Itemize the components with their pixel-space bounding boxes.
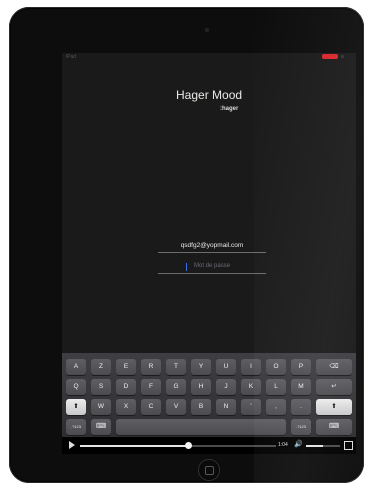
- delete-key[interactable]: ⌫: [316, 359, 352, 375]
- progress-fill: [80, 445, 188, 447]
- key-x[interactable]: X: [116, 399, 136, 415]
- key-m[interactable]: M: [291, 379, 311, 395]
- dismiss-keyboard-key[interactable]: ⌨: [316, 419, 352, 435]
- key-p[interactable]: P: [291, 359, 311, 375]
- speaker-icon[interactable]: 🔊: [294, 440, 303, 448]
- key-s[interactable]: S: [91, 379, 111, 395]
- key-comma[interactable]: ,: [266, 399, 286, 415]
- key-a[interactable]: A: [66, 359, 86, 375]
- key-k[interactable]: K: [241, 379, 261, 395]
- email-field-underline: [158, 252, 266, 253]
- key-c[interactable]: C: [141, 399, 161, 415]
- progress-thumb[interactable]: [184, 442, 192, 449]
- key-apostrophe[interactable]: ': [241, 399, 261, 415]
- password-field-underline: [158, 273, 266, 274]
- time-label: 1:04: [278, 442, 288, 448]
- space-key[interactable]: [116, 419, 286, 435]
- key-y[interactable]: Y: [191, 359, 211, 375]
- key-v[interactable]: V: [166, 399, 186, 415]
- home-button[interactable]: [199, 460, 219, 480]
- email-field[interactable]: qsdfg2@yopmail.com: [158, 240, 266, 251]
- key-l[interactable]: L: [266, 379, 286, 395]
- return-key[interactable]: ↵: [316, 379, 352, 395]
- key-d[interactable]: D: [116, 379, 136, 395]
- brand-logo: :hager: [220, 106, 239, 112]
- numbers-key-right[interactable]: .?123: [291, 419, 311, 435]
- shift-key-right[interactable]: ⬆: [316, 399, 352, 415]
- home-square-icon: [205, 466, 214, 475]
- volume-fill: [306, 445, 323, 447]
- battery-icon: [322, 54, 338, 59]
- play-icon[interactable]: [69, 441, 75, 449]
- carrier-label: iPad: [66, 54, 77, 60]
- key-t[interactable]: T: [166, 359, 186, 375]
- key-r[interactable]: R: [141, 359, 161, 375]
- numbers-key-left[interactable]: .?123: [66, 419, 86, 435]
- key-g[interactable]: G: [166, 379, 186, 395]
- key-e[interactable]: E: [116, 359, 136, 375]
- key-q[interactable]: Q: [66, 379, 86, 395]
- keyboard-hide-key[interactable]: ⌨: [91, 419, 111, 435]
- key-h[interactable]: H: [191, 379, 211, 395]
- ipad-device: iPad Hager Mood :hager qsdfg2@yopmail.co…: [9, 7, 364, 483]
- key-period[interactable]: .: [291, 399, 311, 415]
- status-bar: iPad: [62, 53, 356, 61]
- onscreen-keyboard: A Z E R T Y U I O P ⌫ Q S D F G H J K L …: [62, 353, 356, 437]
- app-screen: iPad Hager Mood :hager qsdfg2@yopmail.co…: [62, 53, 356, 454]
- key-b[interactable]: B: [191, 399, 211, 415]
- key-f[interactable]: F: [141, 379, 161, 395]
- text-caret: [186, 263, 187, 271]
- key-o[interactable]: O: [266, 359, 286, 375]
- key-u[interactable]: U: [216, 359, 236, 375]
- shift-key-left[interactable]: ⬆: [66, 399, 86, 415]
- app-title: Hager Mood: [176, 88, 243, 102]
- key-w[interactable]: W: [91, 399, 111, 415]
- fullscreen-icon[interactable]: [344, 441, 353, 450]
- password-field[interactable]: Mot de passe: [158, 261, 266, 272]
- key-i[interactable]: I: [241, 359, 261, 375]
- key-n[interactable]: N: [216, 399, 236, 415]
- key-z[interactable]: Z: [91, 359, 111, 375]
- key-j[interactable]: J: [216, 379, 236, 395]
- video-controls: 1:04 🔊: [62, 437, 356, 454]
- front-camera: [205, 28, 209, 32]
- battery-tip-icon: [341, 55, 344, 58]
